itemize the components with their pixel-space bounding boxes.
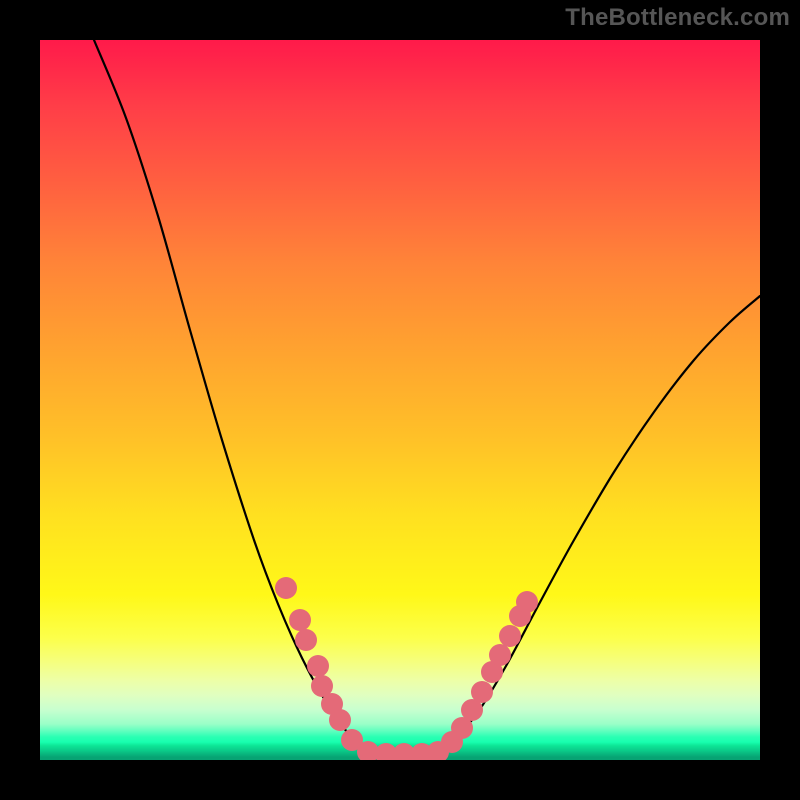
data-dot xyxy=(307,655,329,677)
data-dot xyxy=(489,644,511,666)
data-dot xyxy=(289,609,311,631)
data-dots xyxy=(40,40,760,760)
data-dot xyxy=(471,681,493,703)
data-dot xyxy=(499,625,521,647)
chart-canvas: TheBottleneck.com xyxy=(0,0,800,800)
data-dot xyxy=(295,629,317,651)
plot-area xyxy=(40,40,760,760)
data-dot xyxy=(275,577,297,599)
watermark-text: TheBottleneck.com xyxy=(565,4,790,32)
data-dot xyxy=(516,591,538,613)
data-dot xyxy=(329,709,351,731)
